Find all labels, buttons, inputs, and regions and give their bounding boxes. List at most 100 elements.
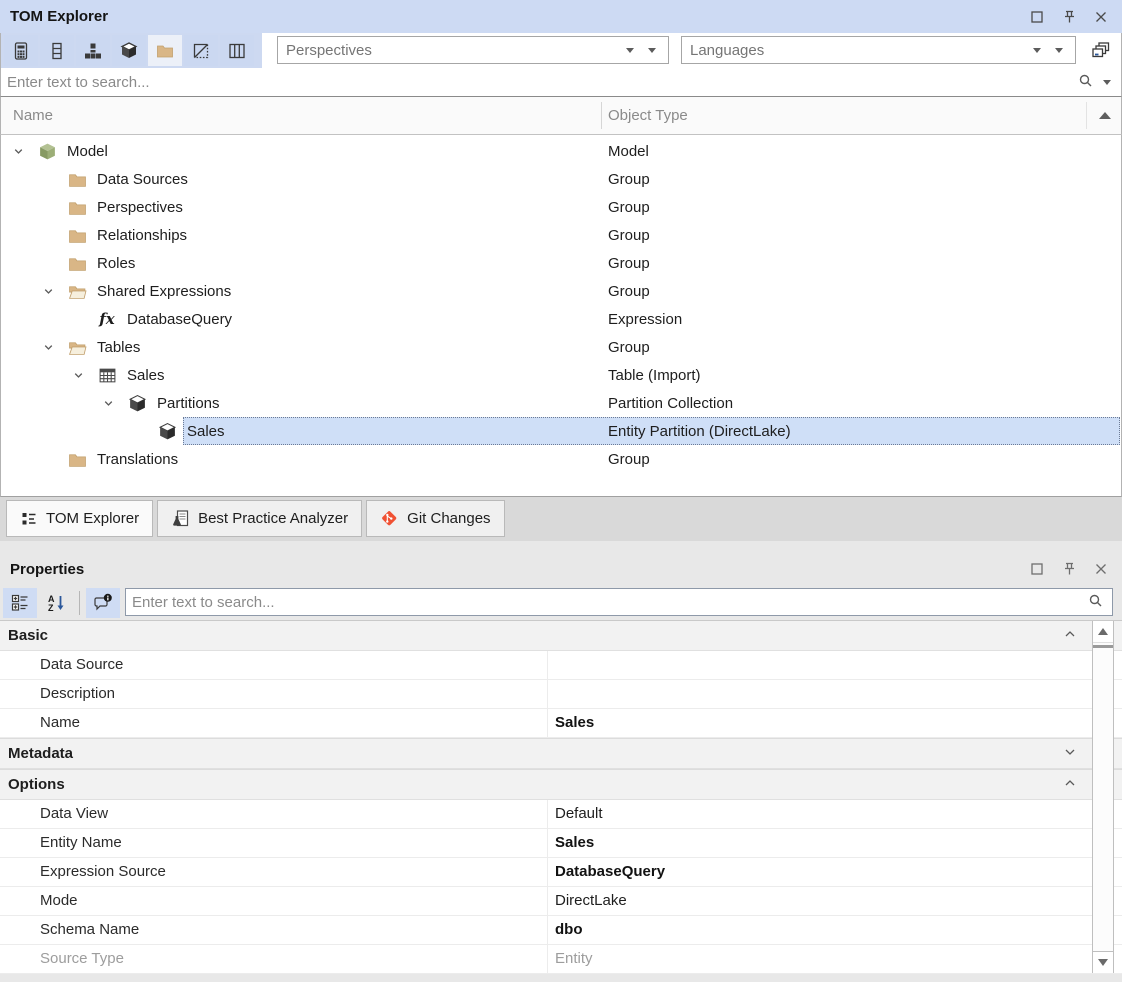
chevron-down-icon[interactable]	[626, 48, 634, 53]
properties-grid: Basic Data Source Description Name Sales…	[0, 620, 1122, 973]
folder-icon	[67, 450, 87, 469]
maximize-button[interactable]	[1026, 6, 1048, 28]
tab-tom-explorer[interactable]: TOM Explorer	[6, 500, 153, 537]
chevron-down-icon[interactable]	[71, 367, 97, 383]
tab-git-changes[interactable]: Git Changes	[366, 500, 504, 537]
property-row-schema-name[interactable]: Schema Name dbo	[0, 916, 1122, 945]
chevron-up-icon[interactable]	[1062, 775, 1078, 795]
properties-toolbar: AZ	[0, 585, 1122, 620]
tree-row-perspectives[interactable]: Perspectives Group	[1, 193, 1121, 221]
tom-explorer-titlebar: TOM Explorer	[0, 0, 1122, 33]
show-description-button[interactable]	[86, 588, 120, 618]
cube-icon	[119, 41, 139, 61]
properties-search-input[interactable]	[126, 594, 1087, 611]
close-button[interactable]	[1090, 558, 1112, 580]
pin-button[interactable]	[1058, 6, 1080, 28]
languages-combobox[interactable]: Languages	[681, 36, 1076, 64]
maximize-button[interactable]	[1026, 558, 1048, 580]
tree-row-relationships[interactable]: Relationships Group	[1, 221, 1121, 249]
tree-row-sales-table[interactable]: Sales Table (Import)	[1, 361, 1121, 389]
category-metadata[interactable]: Metadata	[0, 738, 1122, 769]
category-basic[interactable]: Basic	[0, 621, 1122, 651]
properties-scrollbar[interactable]	[1092, 621, 1114, 973]
hierarchy-icon	[83, 41, 103, 61]
column-icon	[47, 41, 67, 61]
tom-explorer-toolbar: Perspectives Languages	[0, 33, 1122, 68]
scroll-up-button[interactable]	[1093, 621, 1113, 643]
panel-title: Properties	[10, 561, 84, 578]
properties-titlebar: Properties	[0, 553, 1122, 585]
column-header-name[interactable]: Name	[13, 97, 53, 134]
tree-row-translations[interactable]: Translations Group	[1, 445, 1121, 473]
chevron-up-icon[interactable]	[1062, 626, 1078, 646]
languages-placeholder: Languages	[690, 42, 764, 59]
pin-button[interactable]	[1058, 558, 1080, 580]
property-row-mode[interactable]: Mode DirectLake	[0, 887, 1122, 916]
tree-row-sales-partition[interactable]: Sales Entity Partition (DirectLake)	[1, 417, 1121, 445]
columns-toggle-button[interactable]	[40, 35, 74, 66]
search-icon[interactable]	[1077, 72, 1094, 93]
tree-column-headers: Name Object Type	[0, 97, 1122, 135]
tree-row-partitions[interactable]: Partitions Partition Collection	[1, 389, 1121, 417]
categorized-view-button[interactable]	[3, 588, 37, 618]
property-row-data-view[interactable]: Data View Default	[0, 800, 1122, 829]
display-toggle-group	[1, 33, 262, 68]
fx-icon: fx	[97, 310, 117, 329]
partitions-toggle-button[interactable]	[112, 35, 146, 66]
calculator-icon	[11, 41, 31, 61]
perspectives-combobox[interactable]: Perspectives	[277, 36, 669, 64]
hidden-objects-toggle-button[interactable]	[184, 35, 218, 66]
measures-toggle-button[interactable]	[4, 35, 38, 66]
scrollbar-thumb[interactable]	[1093, 645, 1113, 648]
alphabetical-view-button[interactable]: AZ	[39, 588, 73, 618]
scroll-down-button[interactable]	[1093, 951, 1113, 973]
model-icon	[37, 142, 57, 161]
cascade-windows-icon	[1090, 40, 1112, 62]
tree-row-roles[interactable]: Roles Group	[1, 249, 1121, 277]
tree-row-data-sources[interactable]: Data Sources Group	[1, 165, 1121, 193]
chevron-down-icon[interactable]	[1055, 48, 1063, 53]
triangle-up-icon	[1098, 628, 1108, 635]
property-row-description[interactable]: Description	[0, 680, 1122, 709]
search-icon[interactable]	[1087, 592, 1112, 613]
cascade-windows-button[interactable]	[1087, 37, 1114, 64]
folder-open-icon	[67, 338, 87, 357]
chevron-down-icon[interactable]	[1062, 744, 1078, 764]
column-layout-toggle-button[interactable]	[220, 35, 254, 66]
folder-open-icon	[67, 282, 87, 301]
tree-row-model[interactable]: Model Model	[1, 137, 1121, 165]
chevron-down-icon[interactable]	[648, 48, 656, 53]
property-row-data-source[interactable]: Data Source	[0, 651, 1122, 680]
chevron-down-icon[interactable]	[101, 395, 127, 411]
folders-toggle-button[interactable]	[148, 35, 182, 66]
chevron-down-icon[interactable]	[11, 143, 37, 159]
chevron-down-icon[interactable]	[1033, 48, 1041, 53]
chevron-down-icon[interactable]	[1103, 80, 1111, 85]
chevron-down-icon[interactable]	[41, 283, 67, 299]
category-options[interactable]: Options	[0, 769, 1122, 800]
folder-icon	[67, 198, 87, 217]
table-icon	[97, 366, 117, 385]
tree-row-databasequery[interactable]: fx DatabaseQuery Expression	[1, 305, 1121, 333]
tab-best-practice-analyzer[interactable]: Best Practice Analyzer	[157, 500, 362, 537]
bottom-tab-strip: TOM Explorer Best Practice Analyzer Git …	[0, 497, 1122, 541]
partition-cube-icon	[127, 394, 147, 413]
close-button[interactable]	[1090, 6, 1112, 28]
tree-search-input[interactable]	[1, 74, 1077, 91]
chevron-down-icon[interactable]	[41, 339, 67, 355]
folder-icon	[67, 254, 87, 273]
property-row-name[interactable]: Name Sales	[0, 709, 1122, 738]
hierarchies-toggle-button[interactable]	[76, 35, 110, 66]
columns-icon	[227, 41, 247, 61]
column-header-object-type[interactable]: Object Type	[608, 97, 688, 134]
sort-ascending-icon[interactable]	[1099, 112, 1111, 119]
tree-row-shared-expressions[interactable]: Shared Expressions Group	[1, 277, 1121, 305]
tree-row-tables[interactable]: Tables Group	[1, 333, 1121, 361]
folder-icon	[155, 41, 175, 61]
tabular-editor-window: TOM Explorer	[0, 0, 1122, 982]
property-row-expression-source[interactable]: Expression Source DatabaseQuery	[0, 858, 1122, 887]
column-divider[interactable]	[601, 102, 602, 129]
property-row-entity-name[interactable]: Entity Name Sales	[0, 829, 1122, 858]
svg-text:Z: Z	[48, 603, 54, 613]
tom-tree: Model Model Data Sources Group Perspecti…	[0, 135, 1122, 497]
